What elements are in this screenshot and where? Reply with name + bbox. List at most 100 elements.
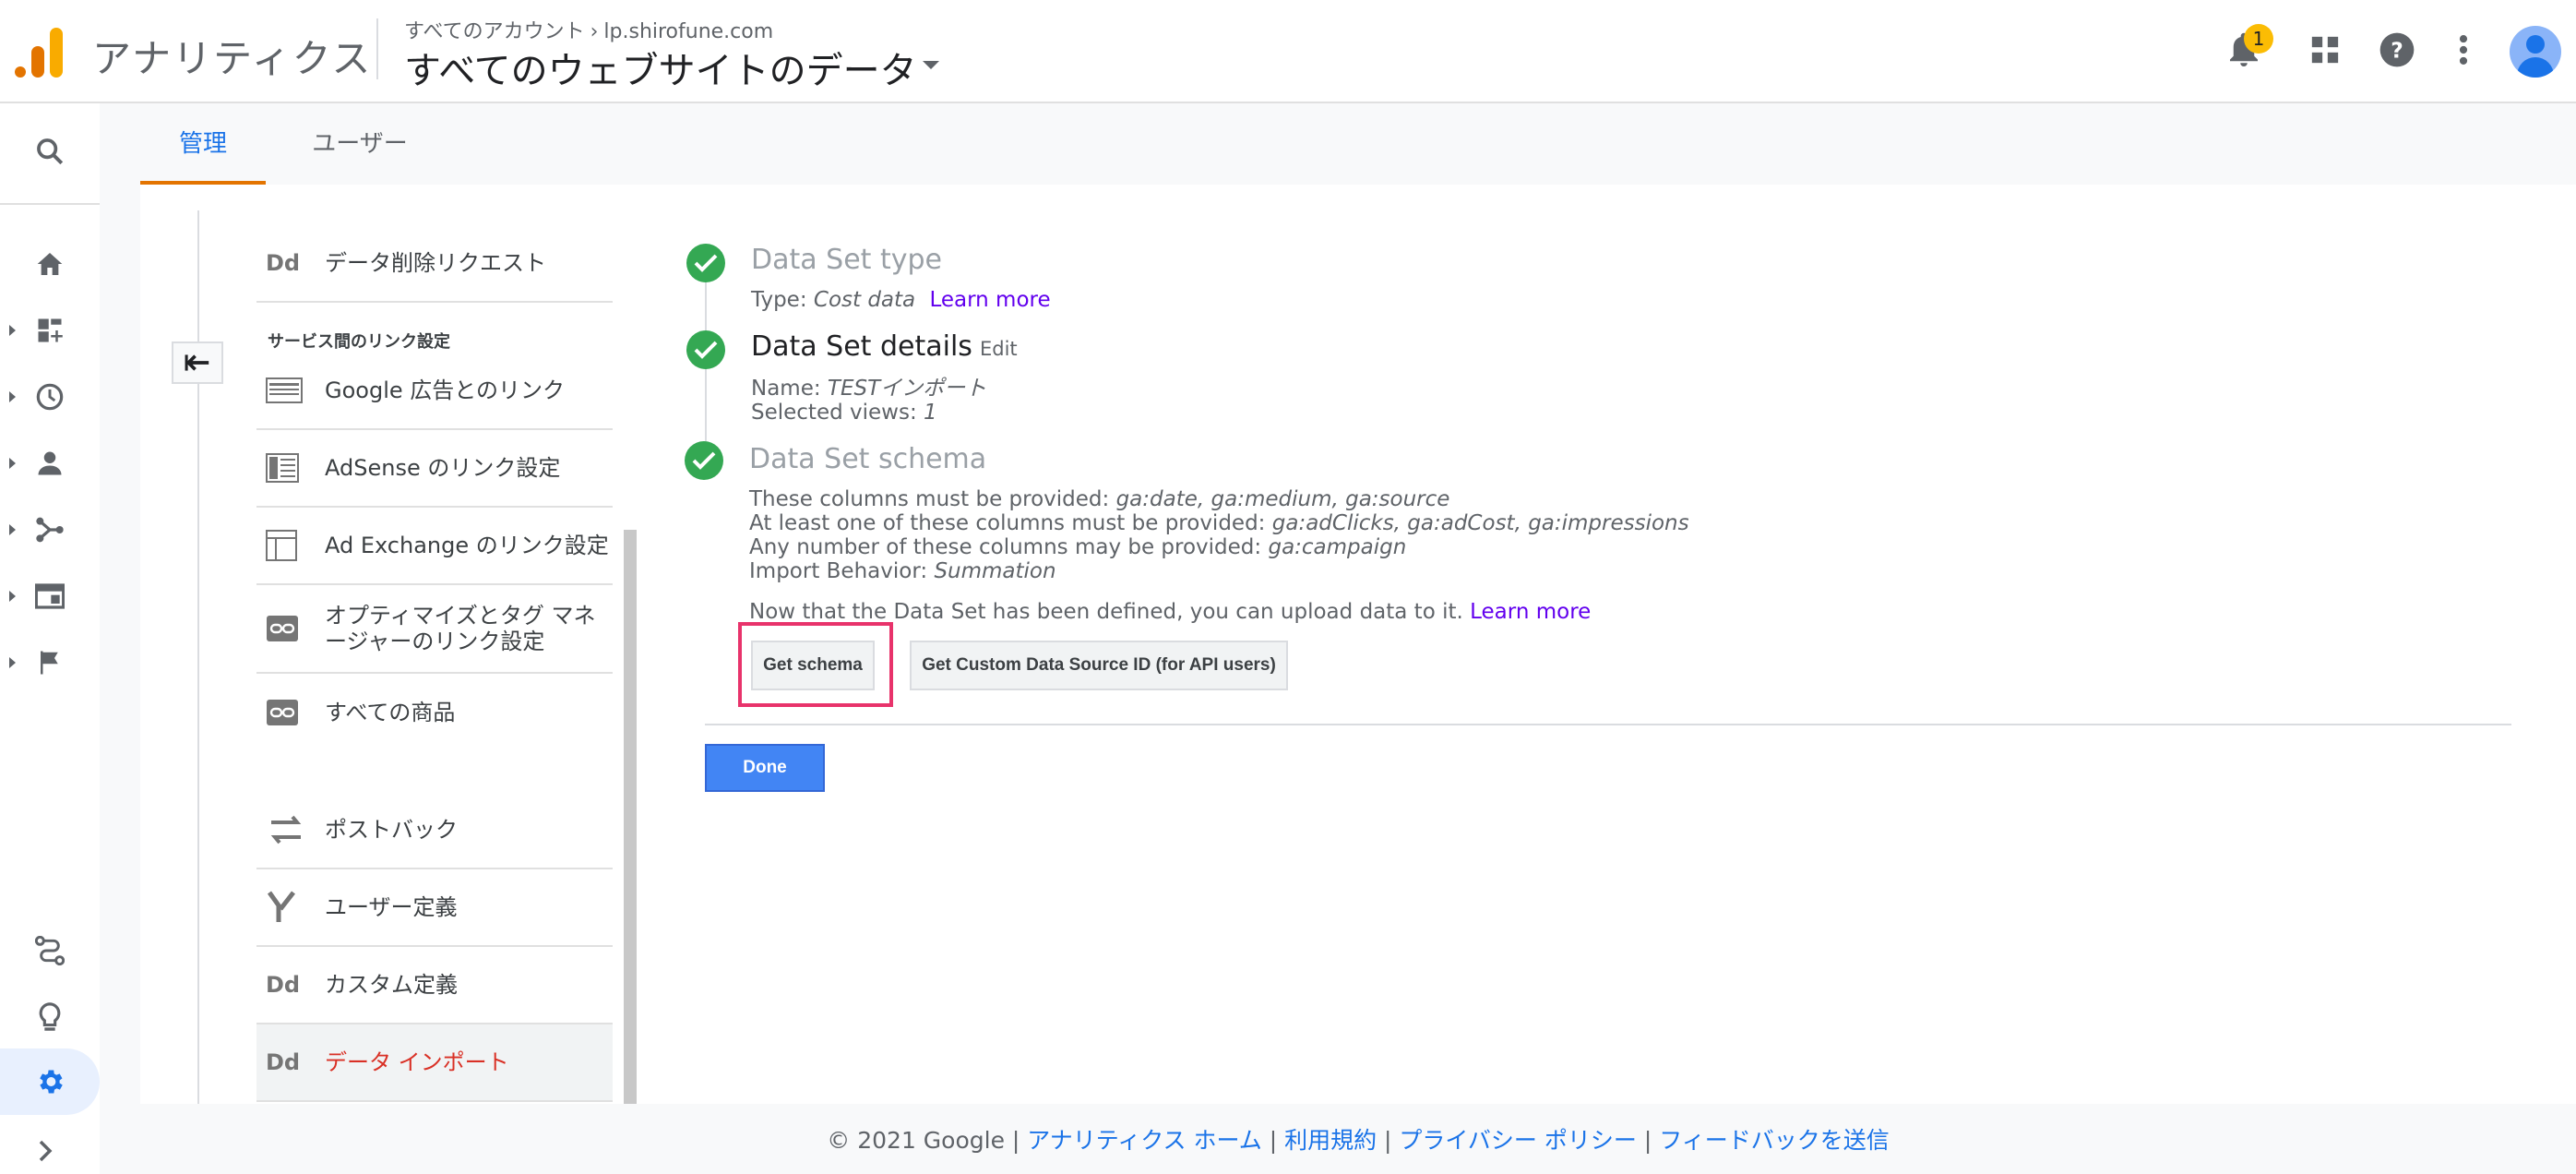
- tab-user[interactable]: ユーザー: [286, 103, 434, 185]
- dd-icon: Dd: [266, 250, 301, 276]
- step-details-title: Data Set details: [751, 330, 972, 363]
- get-schema-button[interactable]: Get schema: [751, 641, 875, 690]
- sidebar-item-data-deletion[interactable]: Dd データ削除リクエスト: [256, 225, 613, 303]
- sidebar-item-optimize-gtm-link[interactable]: オプティマイズとタグ マネージャーのリンク設定: [256, 585, 613, 674]
- required-value: ga:date, ga:medium, ga:source: [1115, 487, 1450, 511]
- check-circle-icon: [686, 330, 725, 369]
- help-button[interactable]: ?: [2369, 22, 2425, 78]
- footer-copyright: © 2021 Google: [827, 1127, 1005, 1154]
- analytics-logo[interactable]: [15, 28, 65, 78]
- edit-details-link[interactable]: Edit: [980, 338, 1018, 360]
- rail-discover[interactable]: [0, 989, 100, 1045]
- type-value: Cost data: [813, 288, 916, 312]
- rail-attribution[interactable]: [0, 923, 100, 978]
- learn-more-link[interactable]: Learn more: [929, 288, 1050, 312]
- admin-tabs: 管理 ユーザー: [140, 103, 2576, 185]
- footer-link-terms[interactable]: 利用規約: [1284, 1127, 1377, 1154]
- google-ads-link-icon: [266, 372, 312, 409]
- left-nav-rail: [0, 103, 100, 1174]
- rail-acquisition[interactable]: [0, 502, 100, 557]
- sidebar-item-label: カスタム定義: [325, 972, 458, 998]
- rail-home[interactable]: [0, 236, 100, 292]
- learn-more-link[interactable]: Learn more: [1470, 600, 1591, 624]
- sidebar-item-data-import[interactable]: Dd データ インポート: [256, 1024, 613, 1102]
- sidebar-item-label: オプティマイズとタグ マネージャーのリンク設定: [325, 603, 596, 654]
- view-selector[interactable]: すべてのウェブサイトのデータ: [404, 41, 917, 94]
- home-icon: [37, 253, 63, 275]
- help-icon: ?: [2379, 32, 2415, 67]
- footer-link-privacy[interactable]: プライバシー ポリシー: [1399, 1127, 1636, 1154]
- more-options-button[interactable]: [2436, 22, 2491, 78]
- sidebar-item-adsense-link[interactable]: AdSense のリンク設定: [256, 430, 613, 508]
- rail-search[interactable]: [0, 124, 100, 179]
- behavior-label: Import Behavior:: [749, 559, 928, 583]
- rail-admin[interactable]: [0, 1054, 100, 1109]
- page-footer: © 2021 Google | アナリティクス ホーム | 利用規約 | プライ…: [827, 1127, 1890, 1154]
- step-type-meta: Type: Cost data Learn more: [751, 288, 1051, 312]
- schema-atleast-row: At least one of these columns must be pr…: [749, 511, 1689, 535]
- acquisition-icon: [36, 517, 64, 543]
- adsense-link-icon: [266, 449, 312, 486]
- footer-link-analytics-home[interactable]: アナリティクス ホーム: [1027, 1127, 1261, 1154]
- rail-conversions[interactable]: [0, 635, 100, 690]
- done-button[interactable]: Done: [705, 744, 825, 792]
- atleast-value: ga:adClicks, ga:adCost, ga:impressions: [1271, 511, 1689, 535]
- behavior-value: Summation: [934, 559, 1056, 583]
- title-divider: [376, 18, 378, 79]
- name-label: Name:: [751, 377, 821, 401]
- sidebar-item-user-definition[interactable]: ユーザー定義: [256, 869, 613, 947]
- check-circle-icon: [686, 244, 725, 282]
- rail-behavior[interactable]: [0, 569, 100, 624]
- person-icon: [38, 451, 62, 475]
- schema-upload-note: Now that the Data Set has been defined, …: [749, 600, 1591, 624]
- notification-badge: 1: [2244, 24, 2273, 54]
- atleast-label: At least one of these columns must be pr…: [749, 511, 1266, 535]
- caret-down-icon[interactable]: [923, 61, 939, 69]
- gear-icon: [40, 1070, 63, 1094]
- details-name-row: Name: TESTインポート: [751, 377, 986, 401]
- rail-realtime[interactable]: [0, 369, 100, 425]
- sidebar-item-label: AdSense のリンク設定: [325, 455, 561, 481]
- apps-button[interactable]: [2297, 22, 2353, 78]
- dd-icon: Dd: [266, 1049, 301, 1075]
- search-icon: [37, 138, 64, 165]
- dd-icon: Dd: [266, 972, 301, 998]
- sidebar-item-label: Google 広告とのリンク: [325, 377, 566, 403]
- lightbulb-icon: [39, 1002, 61, 1031]
- sidebar-item-label: ユーザー定義: [325, 894, 458, 920]
- sidebar-item-postback[interactable]: ポストバック: [256, 792, 613, 869]
- account-avatar[interactable]: [2510, 26, 2561, 78]
- sidebar-item-label: データ インポート: [325, 1049, 509, 1075]
- schema-behavior-row: Import Behavior: Summation: [749, 559, 1056, 583]
- get-custom-data-source-id-button[interactable]: Get Custom Data Source ID (for API users…: [910, 641, 1288, 690]
- sidebar-scrollbar[interactable]: [624, 530, 637, 1104]
- rail-customization[interactable]: [0, 303, 100, 358]
- views-label: Selected views:: [751, 401, 917, 425]
- sidebar-item-custom-definition[interactable]: Dd カスタム定義: [256, 947, 613, 1024]
- notifications-button[interactable]: 1: [2216, 22, 2273, 78]
- behavior-icon: [35, 583, 65, 609]
- back-arrow-icon: [185, 354, 209, 371]
- sidebar-item-ad-exchange-link[interactable]: Ad Exchange のリンク設定: [256, 508, 613, 585]
- link-icon: [266, 610, 312, 647]
- rail-audience[interactable]: [0, 436, 100, 491]
- attribution-icon: [35, 936, 65, 965]
- step-type-title: Data Set type: [751, 244, 942, 276]
- type-label: Type:: [751, 288, 807, 312]
- postback-icon: [266, 811, 312, 848]
- sidebar-item-google-ads-link[interactable]: Google 広告とのリンク: [256, 353, 613, 430]
- top-bar: アナリティクス すべてのアカウント › lp.shirofune.com すべてのウ…: [0, 0, 2576, 103]
- chevron-right-icon: [39, 1140, 53, 1162]
- required-label: These columns must be provided:: [749, 487, 1110, 511]
- collapse-column-button[interactable]: [172, 341, 223, 384]
- sidebar-item-label: すべての商品: [325, 700, 456, 725]
- sidebar-item-label: Ad Exchange のリンク設定: [325, 533, 609, 558]
- sidebar-item-label: データ削除リクエスト: [325, 250, 546, 276]
- footer-link-feedback[interactable]: フィードバックを送信: [1659, 1127, 1890, 1154]
- app-title: アナリティクス: [92, 36, 373, 81]
- expand-nav-button[interactable]: [31, 1137, 59, 1165]
- schema-required-row: These columns must be provided: ga:date,…: [749, 487, 1449, 511]
- link-icon: [266, 694, 312, 731]
- tab-admin[interactable]: 管理: [140, 103, 266, 185]
- sidebar-item-all-products[interactable]: すべての商品: [256, 674, 613, 751]
